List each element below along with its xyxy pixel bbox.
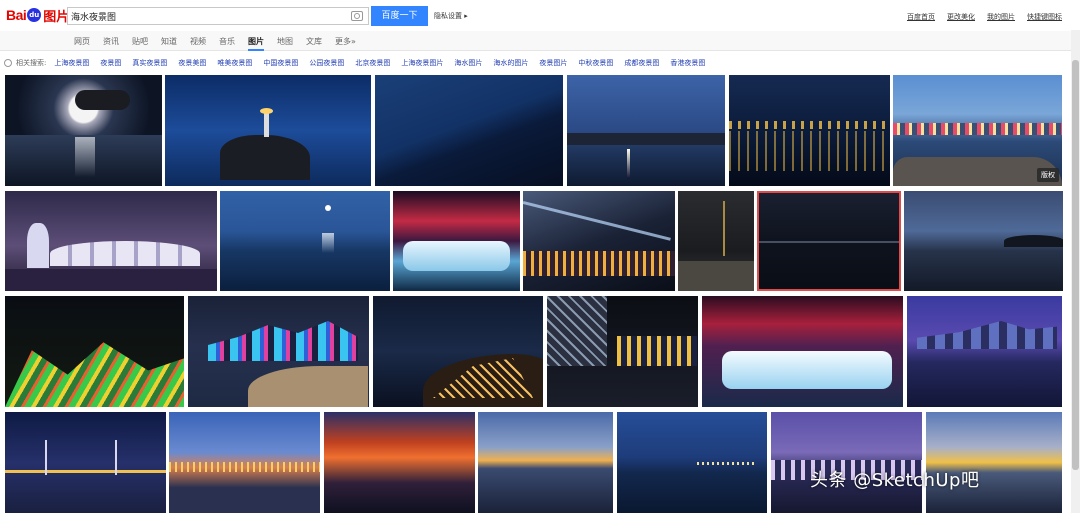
paw-icon (27, 8, 42, 22)
image-thumbnail[interactable] (757, 191, 901, 291)
image-thumbnail[interactable] (567, 75, 725, 186)
nav-bar: 网页 资讯 贴吧 知道 视频 音乐 图片 地图 文库 更多» (0, 31, 1080, 51)
related-item[interactable]: 中秋夜景图 (578, 58, 613, 68)
scrollbar[interactable] (1071, 30, 1080, 513)
tab-zhidao[interactable]: 知道 (161, 36, 177, 51)
baidu-logo[interactable]: Bai 图片 (6, 6, 70, 25)
image-thumbnail[interactable] (324, 412, 475, 513)
image-thumbnail[interactable] (5, 191, 217, 291)
tab-web[interactable]: 网页 (74, 36, 90, 51)
tab-video[interactable]: 视频 (190, 36, 206, 51)
related-item[interactable]: 夜景图 (100, 58, 121, 68)
image-thumbnail[interactable] (926, 412, 1062, 513)
image-thumbnail[interactable] (220, 191, 390, 291)
related-item[interactable]: 唯美夜景图 (217, 58, 252, 68)
related-item[interactable]: 北京夜景图 (355, 58, 390, 68)
header: Bai 图片 百度一下 隐私设置 ▸ 百度首页 更改美化 我的图片 快捷键图标 (0, 0, 1080, 30)
top-link-skin[interactable]: 更改美化 (947, 12, 975, 22)
image-thumbnail[interactable]: 版权 (893, 75, 1062, 186)
private-settings-link[interactable]: 隐私设置 ▸ (434, 11, 468, 21)
image-thumbnail[interactable] (375, 75, 563, 186)
top-links: 百度首页 更改美化 我的图片 快捷键图标 (907, 12, 1062, 22)
logo-text-bai: Bai (6, 7, 27, 23)
image-thumbnail[interactable] (523, 191, 675, 291)
copyright-badge: 版权 (1037, 168, 1059, 182)
related-item[interactable]: 香港夜景图 (670, 58, 705, 68)
related-searches: 相关搜索: 上海夜景图 夜景图 真实夜景图 夜景美图 唯美夜景图 中国夜景图 公… (4, 56, 716, 70)
image-thumbnail[interactable] (702, 296, 903, 407)
tab-music[interactable]: 音乐 (219, 36, 235, 51)
related-item[interactable]: 上海夜景图片 (401, 58, 443, 68)
image-thumbnail[interactable] (771, 412, 922, 513)
tab-map[interactable]: 地图 (277, 36, 293, 51)
scrollbar-thumb[interactable] (1072, 60, 1079, 470)
top-link-shortcut[interactable]: 快捷键图标 (1027, 12, 1062, 22)
tab-more[interactable]: 更多» (335, 36, 356, 51)
search-button[interactable]: 百度一下 (371, 6, 428, 26)
image-thumbnail[interactable] (188, 296, 369, 407)
watermark: 头条 @SketchUp吧 (810, 470, 980, 491)
search-icon (4, 59, 12, 67)
image-thumbnail[interactable] (617, 412, 767, 513)
image-thumbnail[interactable] (904, 191, 1063, 291)
image-thumbnail[interactable] (907, 296, 1062, 407)
image-thumbnail[interactable] (678, 191, 754, 291)
image-thumbnail[interactable] (169, 412, 320, 513)
tab-news[interactable]: 资讯 (103, 36, 119, 51)
top-link-my-images[interactable]: 我的图片 (987, 12, 1015, 22)
search-input[interactable] (71, 10, 341, 22)
related-label: 相关搜索: (16, 59, 47, 67)
tab-images[interactable]: 图片 (248, 36, 264, 51)
image-thumbnail[interactable] (5, 296, 184, 407)
image-thumbnail[interactable] (729, 75, 890, 186)
image-thumbnail[interactable] (478, 412, 613, 513)
related-item[interactable]: 成都夜景图 (624, 58, 659, 68)
top-link-home[interactable]: 百度首页 (907, 12, 935, 22)
image-thumbnail[interactable] (165, 75, 371, 186)
search-box (67, 7, 369, 25)
tab-tieba[interactable]: 贴吧 (132, 36, 148, 51)
image-thumbnail[interactable] (373, 296, 543, 407)
image-thumbnail[interactable] (5, 412, 166, 513)
nav-tabs: 网页 资讯 贴吧 知道 视频 音乐 图片 地图 文库 更多» (74, 36, 369, 51)
related-item[interactable]: 真实夜景图 (132, 58, 167, 68)
related-item[interactable]: 中国夜景图 (263, 58, 298, 68)
related-item[interactable]: 海水的图片 (493, 58, 528, 68)
image-thumbnail[interactable] (547, 296, 698, 407)
related-item[interactable]: 海水图片 (454, 58, 482, 68)
private-settings-label: 隐私设置 (434, 12, 462, 20)
related-item[interactable]: 上海夜景图 (54, 58, 89, 68)
image-thumbnail[interactable] (393, 191, 520, 291)
camera-icon[interactable] (351, 11, 363, 21)
related-item[interactable]: 夜景美图 (178, 58, 206, 68)
related-item[interactable]: 夜景图片 (539, 58, 567, 68)
image-thumbnail[interactable] (5, 75, 162, 186)
tab-wenku[interactable]: 文库 (306, 36, 322, 51)
related-item[interactable]: 公园夜景图 (309, 58, 344, 68)
logo-text-pic: 图片 (43, 9, 70, 25)
